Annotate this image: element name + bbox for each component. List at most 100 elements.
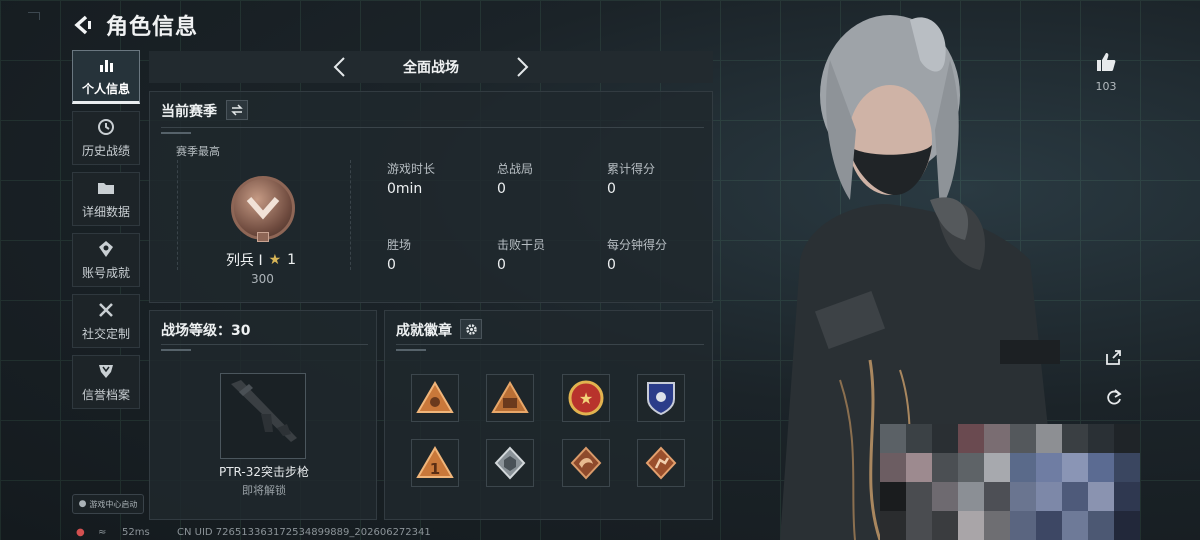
swap-icon <box>231 104 243 116</box>
side-nav: 个人信息 历史战绩 详细数据 账号成就 社交定制 信誉档案 <box>72 50 140 416</box>
achievement-badge-2[interactable] <box>486 374 534 422</box>
triangle-squad-badge-icon <box>491 381 529 413</box>
star-icon: ★ <box>268 252 282 268</box>
mode-next-button[interactable] <box>511 55 535 79</box>
weapon-name: PTR-32突击步枪 <box>218 465 310 479</box>
divider <box>161 127 704 128</box>
weapon-status: 即将解锁 <box>242 484 286 497</box>
stat-value: 0 <box>497 257 506 273</box>
achievement-badge-6[interactable] <box>486 439 534 487</box>
stat-label: 累计得分 <box>607 162 656 176</box>
achievement-badge-8[interactable] <box>637 439 685 487</box>
stat-value: 0 <box>607 181 616 197</box>
stat-label: 胜场 <box>387 238 412 252</box>
bar-chart-icon <box>97 56 115 74</box>
back-button[interactable] <box>70 12 96 38</box>
nav-item-social[interactable]: 社交定制 <box>72 294 140 348</box>
divider <box>396 344 704 345</box>
nav-label: 信誉档案 <box>81 387 130 402</box>
weapon-card[interactable] <box>220 373 306 459</box>
stat-value: 0 <box>387 257 396 273</box>
divider <box>161 344 368 345</box>
cube-badge-icon <box>494 446 526 480</box>
thumbs-up-icon <box>1097 53 1116 71</box>
season-panel: 当前赛季 赛季最高 列兵 I ★ 1 300 游戏时长 0min 总战局 0 累… <box>149 91 713 303</box>
launch-label: 游戏中心启动 <box>89 499 138 509</box>
achievement-badge-5[interactable]: 1 <box>411 439 459 487</box>
wifi-icon: ≈ <box>98 527 107 538</box>
nav-label: 历史战绩 <box>81 143 130 158</box>
achievement-badge-1[interactable] <box>411 374 459 422</box>
medal-icon <box>97 240 115 258</box>
chevron-left-icon <box>333 57 345 77</box>
like-button[interactable] <box>1092 48 1120 76</box>
folder-icon <box>97 179 115 197</box>
nav-item-achievements[interactable]: 账号成就 <box>72 233 140 287</box>
mode-selector: 全面战场 <box>149 51 713 83</box>
star-emblem-badge-icon: ★ <box>568 380 604 416</box>
rank-score: 300 <box>251 272 274 286</box>
divider-tick <box>161 132 191 134</box>
rank-stars: 1 <box>287 252 297 268</box>
svg-text:★: ★ <box>579 389 593 408</box>
clock-icon <box>97 118 115 136</box>
season-title: 当前赛季 <box>161 104 217 120</box>
rifle-icon <box>231 380 297 442</box>
like-count: 103 <box>1095 80 1117 93</box>
mode-prev-button[interactable] <box>327 55 351 79</box>
stat-label: 击败干员 <box>497 238 546 252</box>
refresh-icon <box>1107 389 1122 405</box>
status-dot-icon: ● <box>76 527 85 538</box>
nav-label: 详细数据 <box>81 204 130 219</box>
rank-tab <box>257 232 269 242</box>
triangle-soldiers-badge-icon <box>416 381 454 413</box>
page-title: 角色信息 <box>106 15 199 40</box>
nav-item-personal-info[interactable]: 个人信息 <box>72 50 140 104</box>
season-switch-button[interactable] <box>226 100 248 120</box>
nav-item-history[interactable]: 历史战绩 <box>72 111 140 165</box>
dragon-badge-icon <box>570 446 602 480</box>
shield-icon <box>97 362 115 380</box>
stat-label: 总战局 <box>497 162 534 176</box>
achievements-settings-button[interactable] <box>460 319 482 339</box>
stat-value: 0min <box>387 181 423 197</box>
mode-label: 全面战场 <box>403 60 459 76</box>
stat-label: 游戏时长 <box>387 162 436 176</box>
user-icon: ● <box>78 499 87 509</box>
page-header: 角色信息 <box>70 8 198 42</box>
uid-text: CN UID 726513363172534899889_20260627234… <box>177 527 431 538</box>
rank-name: 列兵 I <box>226 253 263 269</box>
stat-label: 每分钟得分 <box>607 238 668 252</box>
pixelated-watermark <box>880 424 1140 540</box>
divider-tick <box>161 349 191 351</box>
achievement-badge-3[interactable]: ★ <box>562 374 610 422</box>
achievement-badge-4[interactable] <box>637 374 685 422</box>
refresh-button[interactable] <box>1100 383 1128 411</box>
season-best-label: 赛季最高 <box>176 145 220 158</box>
gear-icon <box>465 323 477 335</box>
game-center-launch-button[interactable]: ● 游戏中心启动 <box>72 494 144 514</box>
nav-label: 账号成就 <box>81 265 130 280</box>
nav-item-reputation[interactable]: 信誉档案 <box>72 355 140 409</box>
share-button[interactable] <box>1100 343 1128 371</box>
achievements-title: 成就徽章 <box>396 323 452 339</box>
number-one-badge-icon: 1 <box>416 446 454 478</box>
divider-tick <box>396 349 426 351</box>
chevron-right-icon <box>517 57 529 77</box>
stat-value: 0 <box>497 181 506 197</box>
police-shield-badge-icon <box>647 382 675 416</box>
svg-text:1: 1 <box>430 460 440 478</box>
tools-icon <box>97 301 115 319</box>
ping-value: 52ms <box>122 527 150 538</box>
nav-label: 社交定制 <box>81 326 130 341</box>
runner-badge-icon <box>645 446 677 480</box>
nav-item-details[interactable]: 详细数据 <box>72 172 140 226</box>
back-arrow-icon <box>74 15 91 35</box>
share-icon <box>1106 350 1121 365</box>
nav-label: 个人信息 <box>81 81 130 96</box>
stat-value: 0 <box>607 257 616 273</box>
rank-emblem <box>231 176 295 240</box>
rank-chevron-icon <box>246 197 280 220</box>
battle-level-title: 战场等级：30 <box>161 323 251 339</box>
achievement-badge-7[interactable] <box>562 439 610 487</box>
